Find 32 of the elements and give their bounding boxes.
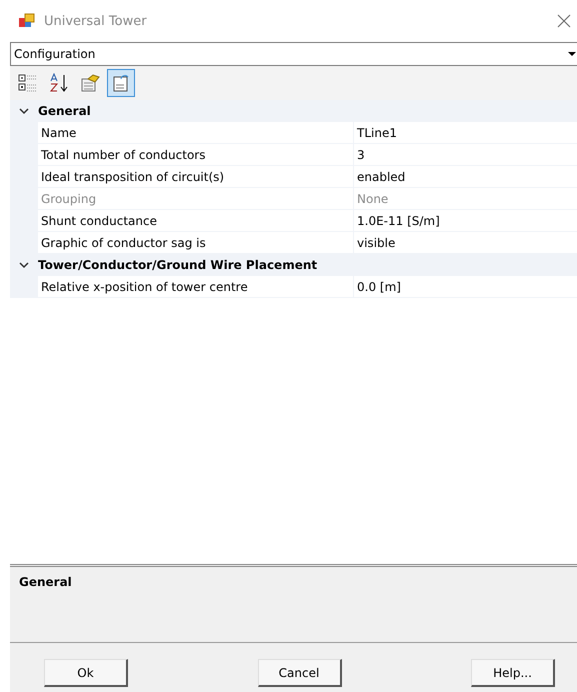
dialog-button[interactable]: Cancel bbox=[258, 659, 342, 687]
property-value[interactable]: 1.0E-11 [S/m] bbox=[354, 210, 577, 232]
property-value[interactable]: TLine1 bbox=[354, 122, 577, 144]
chevron-icon[interactable] bbox=[19, 107, 29, 115]
property-name[interactable]: Name bbox=[38, 122, 354, 144]
categorized-icon bbox=[18, 73, 38, 93]
object-dropdown[interactable]: Configuration bbox=[10, 42, 577, 66]
category-header[interactable]: General bbox=[10, 100, 577, 122]
property-name[interactable]: Total number of conductors bbox=[38, 144, 354, 166]
dialog-button[interactable]: Ok bbox=[44, 659, 128, 687]
description-page-icon bbox=[111, 73, 131, 93]
sort-icon bbox=[49, 73, 69, 93]
dropdown-arrow-icon bbox=[567, 50, 577, 58]
category-header[interactable]: Tower/Conductor/Ground Wire Placement bbox=[10, 254, 577, 276]
property-name[interactable]: Shunt conductance bbox=[38, 210, 354, 232]
toolbar-button[interactable] bbox=[107, 69, 135, 97]
property-name[interactable]: Relative x-position of tower centre bbox=[38, 276, 354, 298]
property-value[interactable]: enabled bbox=[354, 166, 577, 188]
property-value[interactable]: visible bbox=[354, 232, 577, 254]
category-title: Tower/Conductor/Ground Wire Placement bbox=[38, 258, 318, 272]
property-value[interactable]: 3 bbox=[354, 144, 577, 166]
chevron-icon[interactable] bbox=[19, 261, 29, 269]
property-name[interactable]: Ideal transposition of circuit(s) bbox=[38, 166, 354, 188]
app-icon bbox=[18, 13, 36, 29]
window-title: Universal Tower bbox=[44, 14, 148, 28]
dialog-button[interactable]: Help... bbox=[471, 659, 555, 687]
description-title: General bbox=[19, 575, 72, 589]
property-value[interactable]: 0.0 [m] bbox=[354, 276, 577, 298]
property-name[interactable]: Graphic of conductor sag is bbox=[38, 232, 354, 254]
property-pages-icon bbox=[80, 73, 100, 93]
close-icon[interactable] bbox=[557, 14, 571, 28]
category-title: General bbox=[38, 104, 91, 118]
